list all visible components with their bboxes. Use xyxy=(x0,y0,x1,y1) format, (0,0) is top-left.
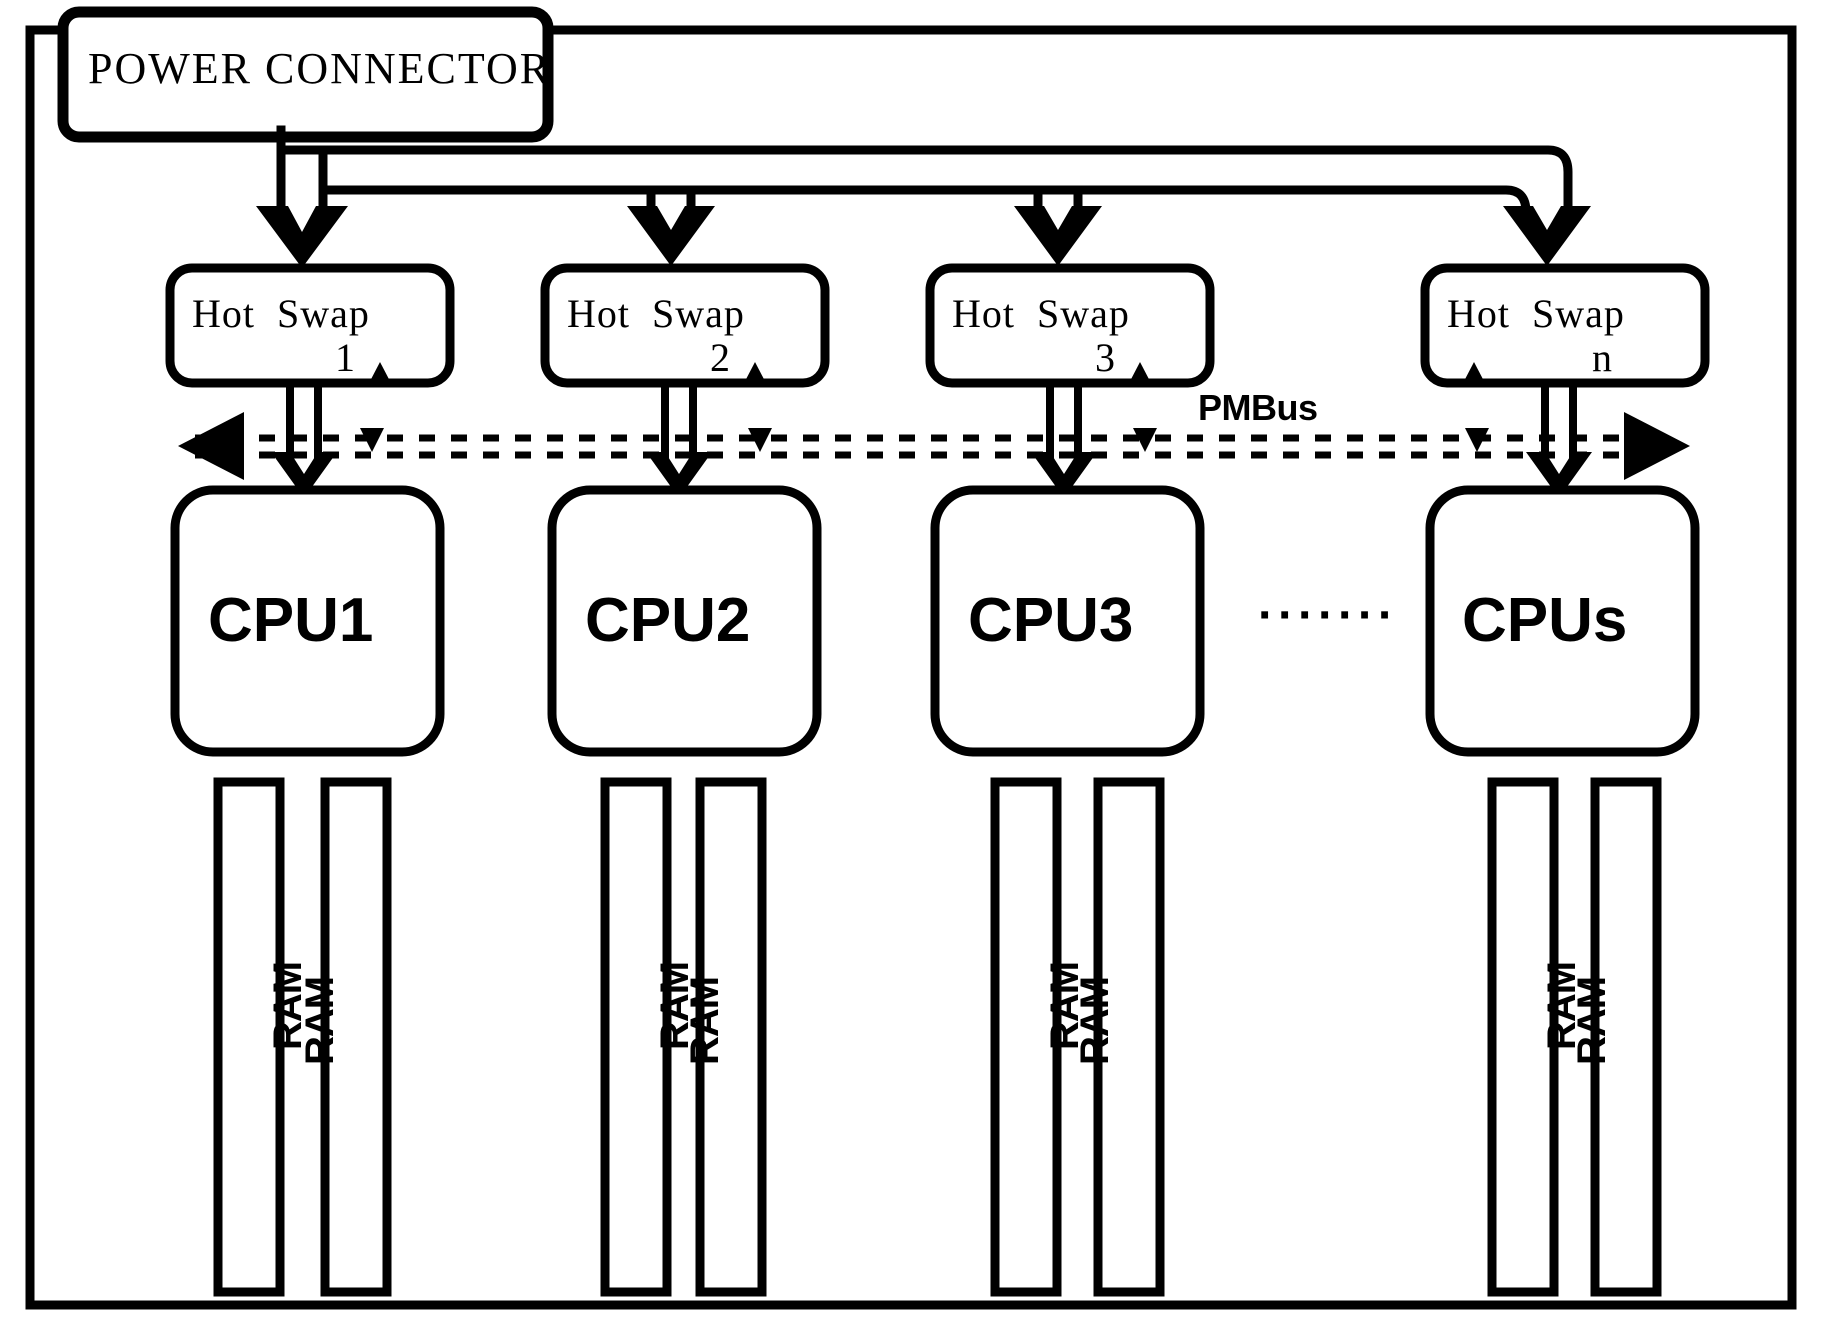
cpu-1-label: CPU1 xyxy=(208,586,374,655)
hot-swap-2-label: Hot Swap xyxy=(567,291,745,336)
hotswap-to-cpu-arrowheads xyxy=(271,452,1592,498)
ram-label-2b: RAM xyxy=(683,976,727,1065)
hot-swap-n-label: Hot Swap xyxy=(1447,291,1625,336)
cpu-2-label: CPU2 xyxy=(585,586,751,655)
cpu-3-label: CPU3 xyxy=(968,586,1134,655)
ram-label-3b: RAM xyxy=(1073,976,1117,1065)
power-bus-lines xyxy=(276,125,1573,221)
cpu-s-label: CPUs xyxy=(1462,586,1628,655)
pmbus-line xyxy=(195,434,1645,459)
pmbus-arrowheads xyxy=(178,412,1690,480)
cpu-ellipsis: ······· xyxy=(1258,589,1398,642)
hot-swap-3-number: 3 xyxy=(1095,335,1115,380)
pmbus-label: PMBus xyxy=(1198,387,1318,428)
hot-swap-n-number: n xyxy=(1592,335,1612,380)
hot-swap-1-number: 1 xyxy=(335,335,355,380)
pmbus-right-arrow xyxy=(1624,412,1690,480)
diagram-vector-layer xyxy=(25,6,1797,1310)
power-bus-arrowheads xyxy=(256,206,1591,268)
ram-label-1b: RAM xyxy=(298,976,342,1065)
hot-swap-1-label: Hot Swap xyxy=(192,291,370,336)
power-connector-label: POWER CONNECTOR xyxy=(88,44,552,93)
hot-swap-3-label: Hot Swap xyxy=(952,291,1130,336)
ram-label-nb: RAM xyxy=(1570,976,1614,1065)
hot-swap-2-number: 2 xyxy=(710,335,730,380)
diagram-canvas: POWER CONNECTOR Hot Swap 1 Hot Swap 2 Ho… xyxy=(0,0,1825,1335)
pmbus-left-arrow xyxy=(178,412,244,480)
ram-sticks xyxy=(213,777,1662,1297)
